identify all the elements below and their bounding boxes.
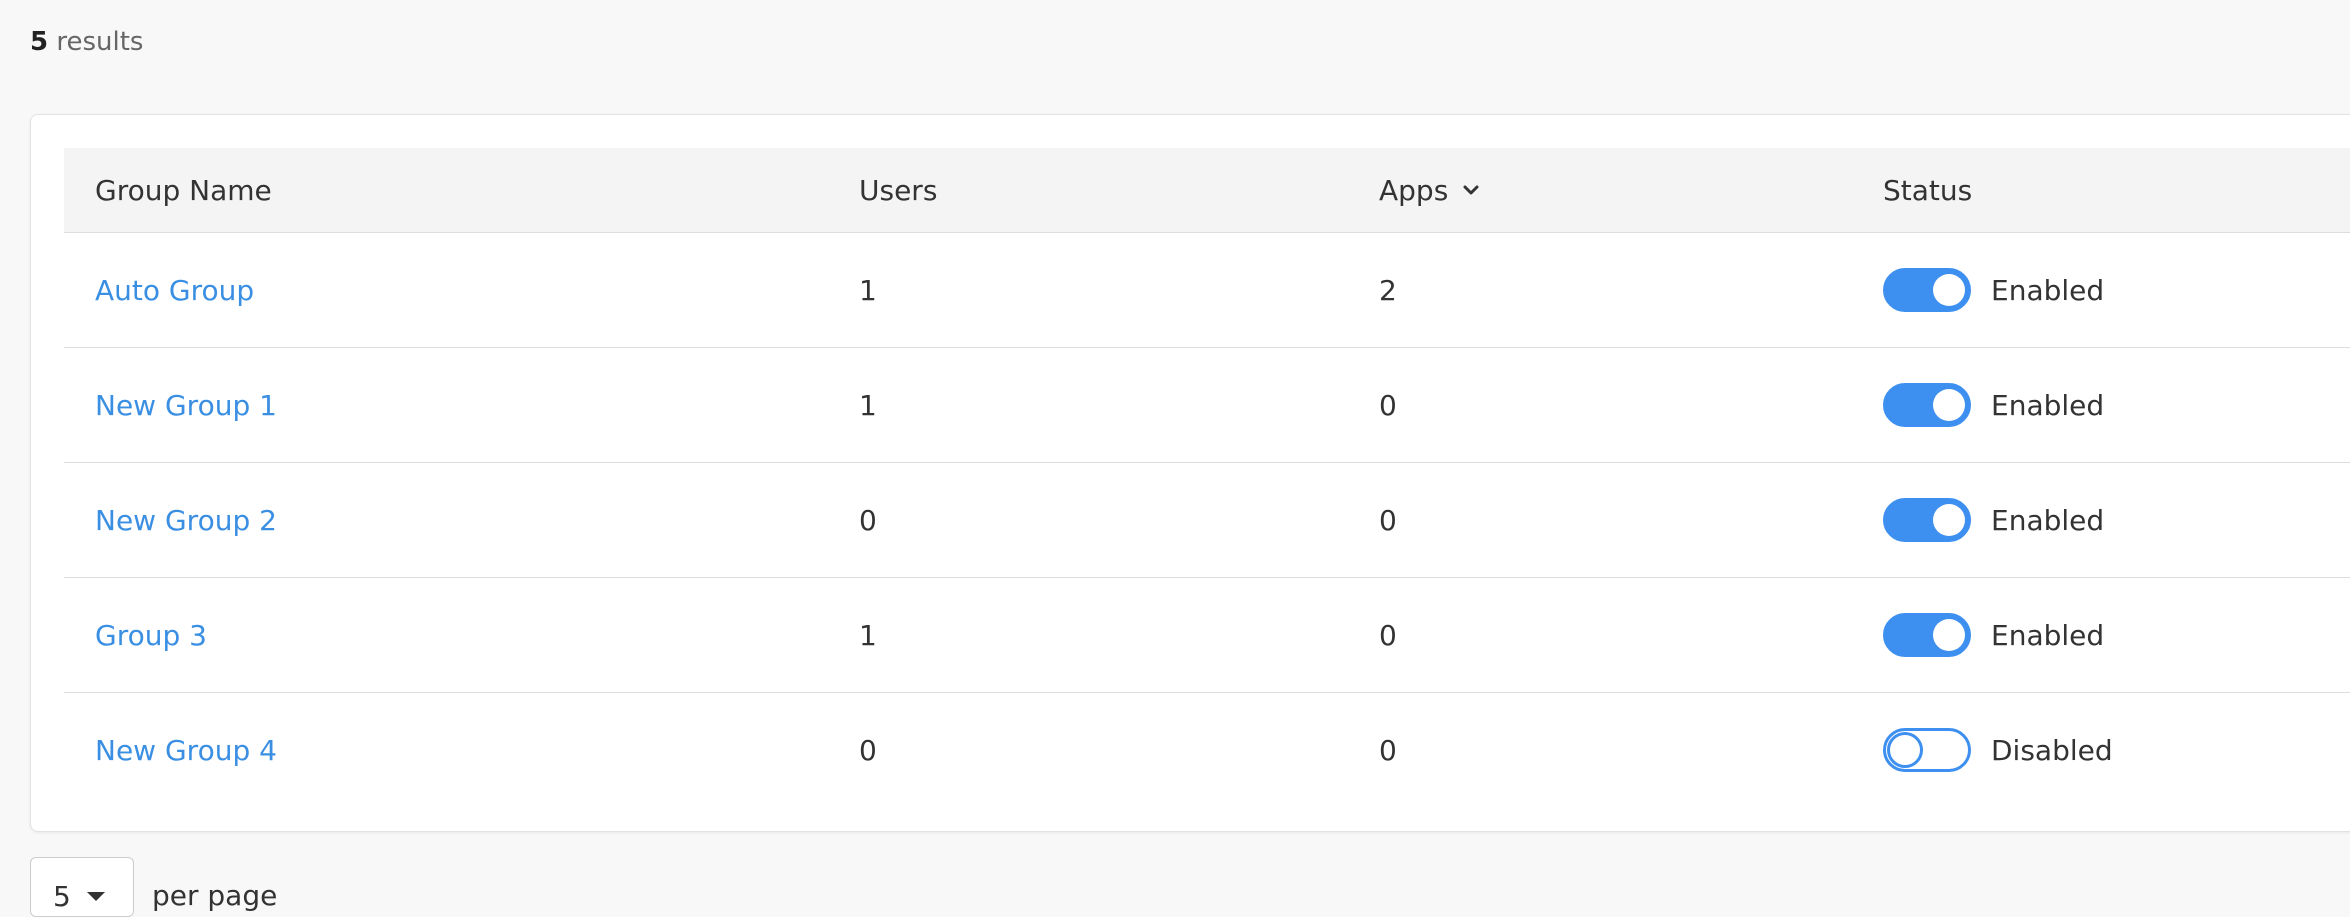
results-summary: 5 results	[30, 24, 143, 60]
per-page-label: per page	[152, 879, 278, 912]
table-row: New Group 2 0 0 Enabled	[64, 463, 2350, 578]
chevron-down-icon	[1463, 185, 1479, 195]
status-label: Enabled	[1991, 273, 2105, 307]
groups-table-card: Group Name Users Apps Status Auto Group …	[30, 114, 2350, 832]
table-header: Group Name Users Apps Status	[64, 148, 2350, 233]
group-name-link[interactable]: New Group 4	[95, 693, 277, 807]
apps-count: 0	[1379, 733, 1397, 767]
apps-count: 0	[1379, 618, 1397, 652]
status-toggle[interactable]	[1883, 268, 1971, 312]
users-count: 1	[859, 618, 877, 652]
status-label: Enabled	[1991, 618, 2105, 652]
table-row: Auto Group 1 2 Enabled	[64, 233, 2350, 348]
toggle-knob	[1933, 504, 1965, 536]
apps-count: 2	[1379, 273, 1397, 307]
toggle-knob	[1933, 274, 1965, 306]
group-name-link[interactable]: Auto Group	[95, 233, 254, 347]
status-toggle[interactable]	[1883, 728, 1971, 772]
apps-count: 0	[1379, 503, 1397, 537]
users-count: 1	[859, 273, 877, 307]
groups-table: Group Name Users Apps Status Auto Group …	[64, 148, 2350, 807]
caret-down-icon	[87, 892, 105, 901]
header-group-name[interactable]: Group Name	[95, 148, 272, 232]
per-page-value: 5	[53, 880, 71, 913]
toggle-knob	[1933, 619, 1965, 651]
users-count: 1	[859, 388, 877, 422]
group-name-link[interactable]: New Group 1	[95, 348, 277, 462]
header-apps-label: Apps	[1379, 173, 1449, 207]
table-row: Group 3 1 0 Enabled	[64, 578, 2350, 693]
status-cell: Disabled	[1883, 693, 2113, 807]
status-cell: Enabled	[1883, 233, 2104, 347]
header-apps[interactable]: Apps	[1379, 148, 1480, 232]
status-label: Enabled	[1991, 388, 2105, 422]
status-toggle[interactable]	[1883, 613, 1971, 657]
results-count: 5	[30, 27, 49, 57]
status-cell: Enabled	[1883, 463, 2104, 577]
toggle-knob	[1887, 732, 1923, 768]
users-count: 0	[859, 733, 877, 767]
per-page-control: 5 per page	[30, 857, 277, 917]
header-users[interactable]: Users	[859, 148, 937, 232]
status-label: Enabled	[1991, 503, 2105, 537]
group-name-link[interactable]: Group 3	[95, 578, 207, 692]
status-toggle[interactable]	[1883, 383, 1971, 427]
header-status[interactable]: Status	[1883, 148, 1972, 232]
status-cell: Enabled	[1883, 578, 2104, 692]
status-cell: Enabled	[1883, 348, 2104, 462]
users-count: 0	[859, 503, 877, 537]
status-toggle[interactable]	[1883, 498, 1971, 542]
group-name-link[interactable]: New Group 2	[95, 463, 277, 577]
status-label: Disabled	[1991, 733, 2113, 767]
toggle-knob	[1933, 389, 1965, 421]
results-label: results	[56, 27, 144, 57]
apps-count: 0	[1379, 388, 1397, 422]
per-page-select[interactable]: 5	[30, 857, 134, 917]
table-row: New Group 1 1 0 Enabled	[64, 348, 2350, 463]
table-row: New Group 4 0 0 Disabled	[64, 693, 2350, 807]
